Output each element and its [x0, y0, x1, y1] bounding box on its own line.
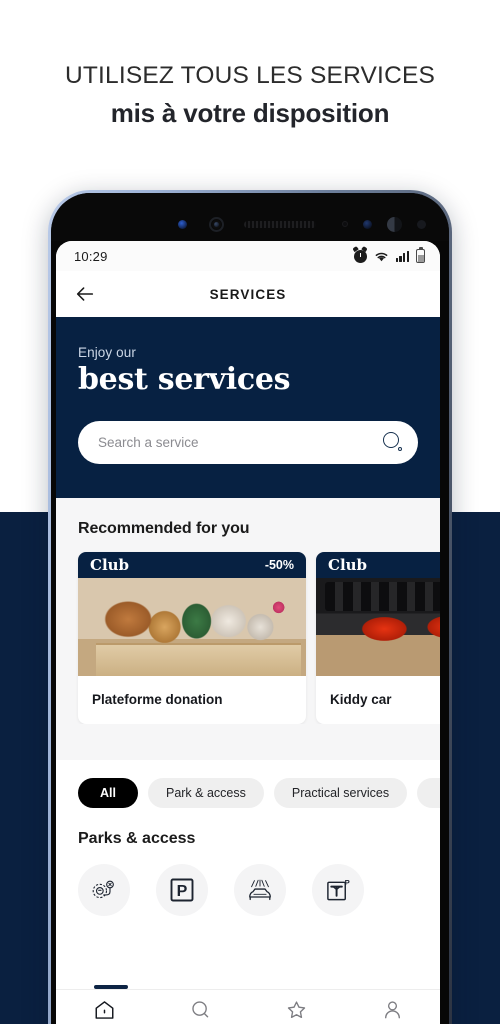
- search-icon[interactable]: [382, 431, 404, 454]
- proximity-sensor-icon: [342, 221, 348, 227]
- service-icon-row[interactable]: P P: [56, 848, 440, 916]
- search-input[interactable]: Search a service: [98, 435, 199, 450]
- phone-bezel: 10:29 SERVICES Enjoy our best services S…: [51, 193, 449, 1024]
- headline-line-1: UTILISEZ TOUS LES SERVICES: [64, 62, 436, 89]
- svg-text:P: P: [344, 878, 349, 887]
- service-tile-car-wash[interactable]: [234, 864, 286, 916]
- recommended-card-list[interactable]: Club -50% Plateforme donation Club Kiddy…: [56, 538, 440, 724]
- phone-sensors: [51, 203, 449, 232]
- app-bar: SERVICES: [56, 271, 440, 317]
- filter-chips-section: All Park & access Practical services: [56, 760, 440, 808]
- card-image-kiddy-car: [316, 578, 440, 676]
- filter-chip-all[interactable]: All: [78, 778, 138, 808]
- headline-line-2: mis à votre disposition: [110, 98, 390, 128]
- discount-badge: -50%: [264, 558, 294, 572]
- parks-section: Parks & access P P: [56, 808, 440, 916]
- front-camera-icon: [178, 219, 187, 229]
- filter-chip-park-access[interactable]: Park & access: [147, 778, 264, 808]
- recommended-section: Recommended for you Club -50% Plateforme…: [56, 498, 440, 760]
- wifi-icon: [375, 252, 387, 261]
- hero-section: Enjoy our best services Search a service: [56, 317, 440, 498]
- tesla-charging-parking-icon: P: [326, 878, 349, 901]
- parks-title: Parks & access: [78, 830, 196, 847]
- club-badge: Club: [90, 556, 130, 574]
- phone-screen: 10:29 SERVICES Enjoy our best services S…: [56, 241, 440, 1024]
- recommended-title: Recommended for you: [78, 520, 250, 537]
- hero-title: best services: [78, 362, 291, 397]
- signal-icon: [395, 250, 409, 262]
- section-spacer: [56, 724, 440, 760]
- filter-chip-list[interactable]: All Park & access Practical services: [78, 778, 440, 808]
- person-icon: [384, 1001, 400, 1019]
- service-tile-parking[interactable]: P: [156, 864, 208, 916]
- card-title: Plateforme donation: [92, 692, 223, 707]
- service-tile-tire-pressure[interactable]: [78, 864, 130, 916]
- status-icons: [353, 246, 425, 263]
- page-title: SERVICES: [209, 286, 287, 302]
- bottom-navigation[interactable]: Home Search Club: [56, 989, 440, 1024]
- car-wash-icon: [249, 879, 271, 901]
- recommended-card[interactable]: Club Kiddy car: [316, 552, 440, 724]
- nav-item-search[interactable]: Search: [152, 999, 248, 1024]
- filter-chip-practical-services[interactable]: Practical services: [273, 778, 408, 808]
- marketing-headline: UTILISEZ TOUS LES SERVICES mis à votre d…: [0, 60, 500, 131]
- nav-item-club[interactable]: Club: [248, 999, 344, 1024]
- phone-device-frame: 10:29 SERVICES Enjoy our best services S…: [48, 190, 452, 1024]
- nav-item-home[interactable]: Home: [56, 999, 152, 1024]
- card-body: Kiddy car: [316, 676, 440, 724]
- card-header: Club -50%: [78, 552, 306, 578]
- status-clock: 10:29: [74, 248, 108, 264]
- card-body: Plateforme donation: [78, 676, 306, 724]
- light-sensor-icon: [363, 219, 372, 229]
- filter-chip-more[interactable]: [417, 778, 440, 808]
- battery-icon: [416, 246, 425, 263]
- recommended-card[interactable]: Club -50% Plateforme donation: [78, 552, 306, 724]
- svg-text:P: P: [177, 883, 188, 900]
- led-indicator-icon: [387, 216, 402, 232]
- card-header: Club: [316, 552, 440, 578]
- extra-sensor-icon: [417, 219, 426, 229]
- nav-item-profile[interactable]: Profile: [344, 999, 440, 1024]
- status-bar: 10:29: [56, 241, 440, 271]
- page-root: UTILISEZ TOUS LES SERVICES mis à votre d…: [0, 0, 500, 1024]
- star-icon: [287, 1001, 305, 1019]
- service-tile-tesla-charging[interactable]: P: [312, 864, 364, 916]
- phone-forehead: [51, 193, 449, 241]
- search-icon: [191, 1001, 208, 1018]
- alarm-icon: [353, 249, 367, 263]
- search-bar[interactable]: Search a service: [78, 421, 418, 464]
- card-title: Kiddy car: [330, 692, 392, 707]
- tire-pressure-icon: [92, 880, 114, 899]
- hero-eyebrow: Enjoy our: [78, 345, 136, 360]
- earpiece-speaker: [244, 220, 316, 228]
- card-image-toy-donation: [78, 578, 306, 676]
- iris-scanner-icon: [209, 216, 224, 232]
- club-badge: Club: [328, 556, 368, 574]
- home-icon: [95, 1001, 113, 1019]
- parking-p-icon: P: [170, 878, 194, 902]
